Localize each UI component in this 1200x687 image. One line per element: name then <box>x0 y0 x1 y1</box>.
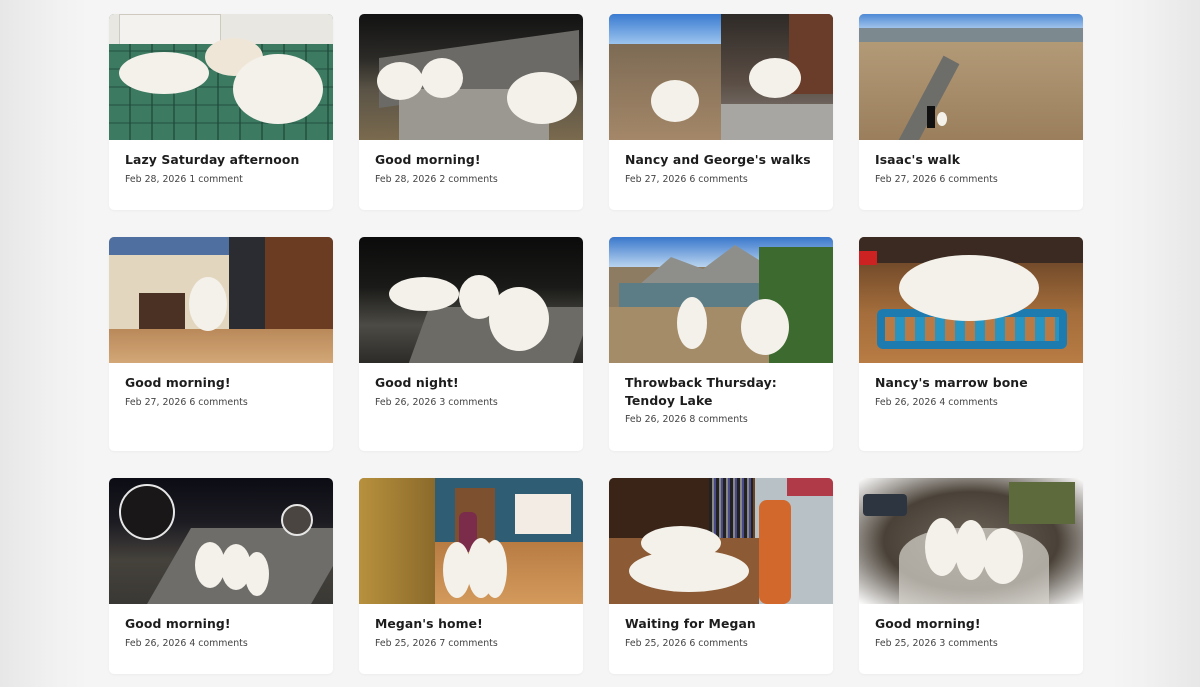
post-date: Feb 28, 2026 <box>375 173 437 185</box>
post-thumbnail[interactable] <box>109 478 333 604</box>
post-comments[interactable]: 3 comments <box>939 638 997 649</box>
post-title[interactable]: Isaac's walk <box>875 151 1067 169</box>
post-card[interactable]: Lazy Saturday afternoon Feb 28, 2026 1 co… <box>109 14 333 210</box>
post-meta: Feb 27, 2026 6 comments <box>625 173 817 186</box>
post-title[interactable]: Megan's home! <box>375 615 567 633</box>
post-comments[interactable]: 2 comments <box>439 174 497 185</box>
post-thumbnail[interactable] <box>609 237 833 363</box>
post-title[interactable]: Good night! <box>375 374 567 392</box>
post-thumbnail[interactable] <box>359 14 583 140</box>
post-thumbnail[interactable] <box>609 14 833 140</box>
post-card[interactable]: Good morning! Feb 27, 2026 6 comments <box>109 237 333 451</box>
post-title[interactable]: Good morning! <box>125 374 317 392</box>
post-card[interactable]: Isaac's walk Feb 27, 2026 6 comments <box>859 14 1083 210</box>
post-comments[interactable]: 7 comments <box>439 638 497 649</box>
post-comments[interactable]: 6 comments <box>939 174 997 185</box>
post-grid: Lazy Saturday afternoon Feb 28, 2026 1 co… <box>84 0 1115 687</box>
post-date: Feb 25, 2026 <box>375 637 437 649</box>
post-meta: Feb 26, 2026 4 comments <box>875 396 1067 409</box>
post-comments[interactable]: 8 comments <box>689 414 747 425</box>
post-title[interactable]: Waiting for Megan <box>625 615 817 633</box>
post-comments[interactable]: 6 comments <box>689 638 747 649</box>
post-meta: Feb 27, 2026 6 comments <box>125 396 317 409</box>
post-thumbnail[interactable] <box>109 237 333 363</box>
post-date: Feb 27, 2026 <box>625 173 687 185</box>
post-date: Feb 26, 2026 <box>875 396 937 408</box>
post-thumbnail[interactable] <box>359 478 583 604</box>
post-card[interactable]: Waiting for Megan Feb 25, 2026 6 comments <box>609 478 833 674</box>
post-date: Feb 25, 2026 <box>875 637 937 649</box>
post-card[interactable]: Good morning! Feb 28, 2026 2 comments <box>359 14 583 210</box>
post-thumbnail[interactable] <box>859 478 1083 604</box>
post-thumbnail[interactable] <box>859 14 1083 140</box>
post-meta: Feb 26, 2026 8 comments <box>625 413 817 426</box>
post-comments[interactable]: 6 comments <box>189 397 247 408</box>
post-meta: Feb 25, 2026 3 comments <box>875 637 1067 650</box>
post-title[interactable]: Throwback Thursday: Tendoy Lake <box>625 374 817 409</box>
post-meta: Feb 26, 2026 3 comments <box>375 396 567 409</box>
post-date: Feb 27, 2026 <box>875 173 937 185</box>
post-date: Feb 26, 2026 <box>375 396 437 408</box>
post-comments[interactable]: 1 comment <box>189 174 243 185</box>
post-card[interactable]: Nancy's marrow bone Feb 26, 2026 4 commen… <box>859 237 1083 451</box>
post-thumbnail[interactable] <box>359 237 583 363</box>
post-thumbnail[interactable] <box>609 478 833 604</box>
post-comments[interactable]: 6 comments <box>689 174 747 185</box>
post-meta: Feb 28, 2026 1 comment <box>125 173 317 186</box>
post-card[interactable]: Good morning! Feb 25, 2026 3 comments <box>859 478 1083 674</box>
post-meta: Feb 28, 2026 2 comments <box>375 173 567 186</box>
post-meta: Feb 25, 2026 6 comments <box>625 637 817 650</box>
post-card[interactable]: Megan's home! Feb 25, 2026 7 comments <box>359 478 583 674</box>
post-title[interactable]: Nancy's marrow bone <box>875 374 1067 392</box>
post-date: Feb 27, 2026 <box>125 396 187 408</box>
post-card[interactable]: Nancy and George's walks Feb 27, 2026 6 c… <box>609 14 833 210</box>
post-title[interactable]: Good morning! <box>125 615 317 633</box>
post-date: Feb 26, 2026 <box>125 637 187 649</box>
post-date: Feb 26, 2026 <box>625 414 687 425</box>
post-card[interactable]: Good morning! Feb 26, 2026 4 comments <box>109 478 333 674</box>
post-title[interactable]: Lazy Saturday afternoon <box>125 151 317 169</box>
post-comments[interactable]: 3 comments <box>439 397 497 408</box>
post-date: Feb 28, 2026 <box>125 173 187 185</box>
post-thumbnail[interactable] <box>109 14 333 140</box>
post-meta: Feb 25, 2026 7 comments <box>375 637 567 650</box>
post-comments[interactable]: 4 comments <box>189 638 247 649</box>
post-card[interactable]: Throwback Thursday: Tendoy Lake Feb 26, … <box>609 237 833 451</box>
post-thumbnail[interactable] <box>859 237 1083 363</box>
post-title[interactable]: Nancy and George's walks <box>625 151 817 169</box>
post-meta: Feb 26, 2026 4 comments <box>125 637 317 650</box>
post-comments[interactable]: 4 comments <box>939 397 997 408</box>
post-card[interactable]: Good night! Feb 26, 2026 3 comments <box>359 237 583 451</box>
post-title[interactable]: Good morning! <box>375 151 567 169</box>
post-meta: Feb 27, 2026 6 comments <box>875 173 1067 186</box>
post-date: Feb 25, 2026 <box>625 637 687 649</box>
post-title[interactable]: Good morning! <box>875 615 1067 633</box>
